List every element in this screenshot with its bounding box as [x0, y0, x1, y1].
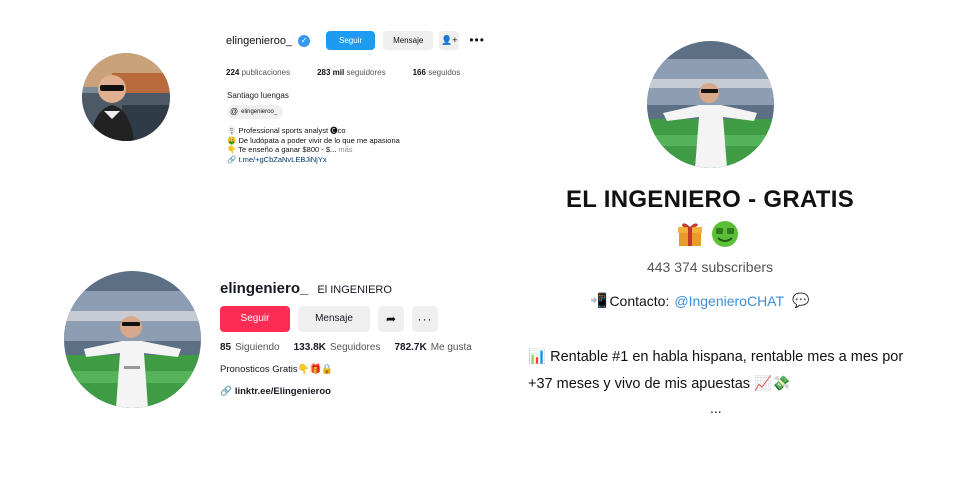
- channel-title: EL INGENIERO - GRATIS: [565, 186, 855, 213]
- money-wings-icon: 💸: [772, 376, 791, 392]
- instagram-message-button[interactable]: Mensaje: [383, 31, 434, 50]
- point-icon: 👇: [297, 364, 310, 375]
- tiktok-bio-link[interactable]: 🔗 linktr.ee/Elingenieroo: [220, 386, 331, 397]
- bio-more-link[interactable]: más: [338, 145, 352, 154]
- money-face-icon: [710, 220, 740, 253]
- instagram-username: elingenieroo_: [226, 34, 293, 47]
- tiktok-following-count[interactable]: 85: [220, 342, 231, 353]
- instagram-bio-link[interactable]: 🔗 t.me/+gCbZaNvLEBJiNjYx: [227, 155, 400, 165]
- tiktok-nickname: El INGENIERO: [317, 284, 392, 296]
- point-down-icon: 👇: [227, 145, 237, 154]
- instagram-following-count[interactable]: 166 seguidos: [413, 68, 461, 77]
- instagram-followers-count[interactable]: 283 mil seguidores: [317, 68, 386, 77]
- chart-up-icon: 📈: [754, 376, 773, 392]
- telegram-channel-avatar[interactable]: [647, 41, 774, 168]
- gift-icon: 🎁: [309, 364, 322, 375]
- channel-subscribers: 443 374 subscribers: [646, 259, 774, 275]
- tiktok-following-label: Siguiendo: [235, 342, 280, 353]
- channel-contact: 📲 Contacto: @IngenieroCHAT 💬: [590, 292, 809, 309]
- tiktok-followers-label: Seguidores: [329, 342, 381, 353]
- contact-label: Contacto:: [609, 292, 670, 309]
- description-ellipsis[interactable]: ...: [710, 400, 722, 416]
- bio-line: 🪧 Professional sports analyst 🅒co: [227, 126, 346, 135]
- more-icon[interactable]: ···: [412, 306, 438, 332]
- chat-bubble-icon: 💬: [792, 292, 810, 308]
- channel-emojis: [676, 220, 740, 253]
- chart-icon: 📊: [528, 349, 547, 365]
- add-user-icon[interactable]: 👤+: [439, 31, 460, 50]
- tiktok-stats: 85 Siguiendo 133.8K Seguidores 782.7K Me…: [220, 342, 486, 353]
- tiktok-username: elingeniero_: [220, 280, 309, 297]
- tiktok-likes-count: 782.7K: [394, 342, 427, 353]
- board-icon: 🪧: [227, 126, 237, 135]
- instagram-stats: 224 publicaciones 283 mil seguidores 166…: [226, 68, 487, 77]
- tiktok-bio: Pronosticos Gratis👇🎁🔒: [220, 364, 334, 375]
- channel-description: 📊 Rentable #1 en habla hispana, rentable…: [528, 349, 904, 392]
- instagram-profile: elingenieroo_ ✓ Seguir Mensaje 👤+ ••• 22…: [0, 0, 520, 240]
- link-icon: 🔗: [220, 386, 232, 397]
- instagram-follow-button[interactable]: Seguir: [326, 31, 376, 50]
- verified-badge-icon: ✓: [298, 34, 311, 47]
- instagram-posts-count: 224 publicaciones: [226, 68, 291, 77]
- link-icon: 🔗: [227, 154, 237, 164]
- contact-handle-link[interactable]: @IngenieroCHAT: [674, 293, 784, 309]
- tiktok-message-button[interactable]: Mensaje: [298, 306, 370, 332]
- bio-line: 👇 Te enseño a ganar $800 - $... más: [227, 145, 353, 154]
- tiktok-follow-button[interactable]: Seguir: [220, 306, 290, 332]
- more-icon[interactable]: •••: [469, 31, 485, 50]
- instagram-avatar[interactable]: [82, 53, 170, 141]
- lock-icon: 🔒: [321, 364, 334, 375]
- tiktok-likes-label: Me gusta: [430, 342, 472, 353]
- share-icon[interactable]: ➦: [378, 306, 404, 332]
- threads-icon: @: [230, 107, 239, 116]
- threads-badge[interactable]: @ elingenieroo_: [227, 105, 284, 119]
- instagram-display-name: Santiago luengas: [227, 91, 289, 100]
- threads-handle: elingenieroo_: [241, 109, 278, 115]
- bio-line: 🤑 De ludópata a poder vivir de lo que me…: [227, 135, 400, 145]
- phone-icon: 📲: [590, 292, 608, 308]
- money-face-icon: 🤑: [227, 135, 237, 145]
- instagram-bio: 🪧 Professional sports analyst 🅒co 🤑 De l…: [227, 126, 400, 164]
- gift-icon: [676, 220, 704, 253]
- tiktok-avatar[interactable]: [64, 271, 201, 408]
- tiktok-followers-count[interactable]: 133.8K: [294, 342, 326, 353]
- co-icon: 🅒co: [330, 126, 346, 135]
